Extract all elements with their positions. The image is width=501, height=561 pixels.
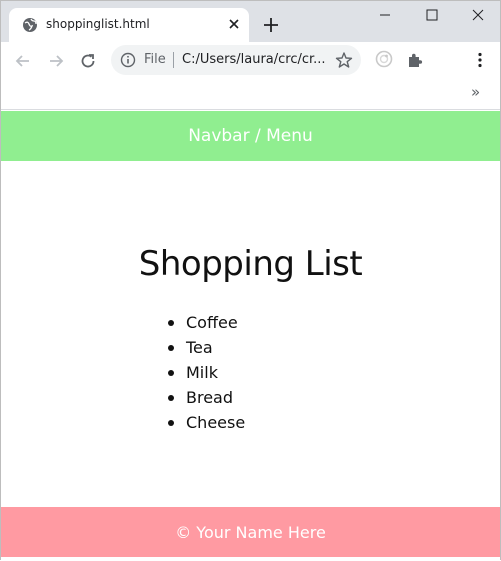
url-scheme-label: File <box>144 52 166 67</box>
page-title: Shopping List <box>138 244 363 284</box>
site-footer: © Your Name Here <box>1 507 500 557</box>
forward-arrow-icon[interactable] <box>46 51 66 71</box>
info-icon[interactable] <box>120 52 136 68</box>
maximize-button[interactable] <box>409 1 455 31</box>
list-item: Bread <box>166 385 245 410</box>
back-arrow-icon[interactable] <box>13 51 33 71</box>
address-bar[interactable]: File C:/Users/laura/crc/cr... <box>111 45 361 75</box>
puzzle-piece-icon[interactable] <box>406 51 424 69</box>
bookmarks-overflow-button[interactable]: » <box>471 83 480 101</box>
more-vertical-icon[interactable] <box>471 51 489 69</box>
shopping-list: Coffee Tea Milk Bread Cheese <box>166 310 245 435</box>
list-item: Milk <box>166 360 245 385</box>
navbar-text: Navbar / Menu <box>188 126 313 146</box>
browser-tab[interactable]: shoppinglist.html <box>9 8 249 42</box>
bookmarks-bar: » <box>1 78 500 110</box>
page-viewport: Navbar / Menu Shopping List Coffee Tea M… <box>1 110 500 561</box>
list-item: Tea <box>166 335 245 360</box>
list-item: Coffee <box>166 310 245 335</box>
bookmark-star-icon[interactable] <box>335 51 353 69</box>
browser-toolbar: File C:/Users/laura/crc/cr... <box>1 42 500 78</box>
close-window-button[interactable] <box>455 1 501 31</box>
browser-window: shoppinglist.html File C:/Users/laura/cr… <box>0 0 501 561</box>
footer-text: © Your Name Here <box>175 522 326 542</box>
minimize-button[interactable] <box>362 1 408 31</box>
url-text[interactable]: C:/Users/laura/crc/cr... <box>182 52 326 67</box>
site-navbar: Navbar / Menu <box>1 111 500 161</box>
close-tab-icon[interactable] <box>226 16 242 32</box>
reload-icon[interactable] <box>78 51 98 71</box>
globe-icon <box>22 17 38 33</box>
omnibox-divider <box>173 52 174 68</box>
tab-title: shoppinglist.html <box>46 17 150 31</box>
extension-icon[interactable] <box>374 49 394 69</box>
list-item: Cheese <box>166 410 245 435</box>
new-tab-icon[interactable] <box>262 16 280 34</box>
tab-strip: shoppinglist.html <box>1 1 500 42</box>
